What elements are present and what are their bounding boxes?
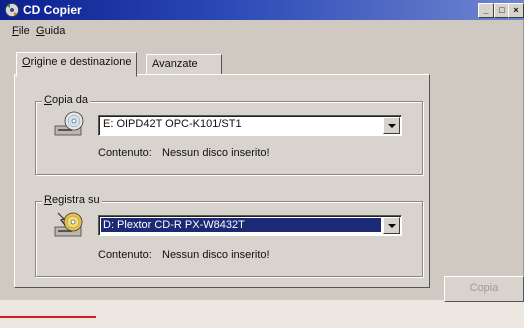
copy-button[interactable]: Copia [444,276,524,302]
menu-bar: File Guida [0,22,524,40]
window-title: CD Copier [23,3,82,17]
menu-file-label: ile [18,25,30,37]
cd-burner-icon [54,212,83,237]
destination-drive-select[interactable]: D: Plextor CD-R PX-W8432T [98,215,402,236]
source-contents-label: Contenuto: [98,147,152,159]
tab-panel: Copia da E: OIPD42T OPC-K101/ST1 Contenu… [14,74,430,288]
destination-group-text: egistra su [51,194,100,206]
destination-contents-label: Contenuto: [98,249,152,261]
destination-group-mnemonic: R [44,194,52,206]
source-group: Copia da E: OIPD42T OPC-K101/ST1 Contenu… [35,94,423,175]
source-drive-select[interactable]: E: OIPD42T OPC-K101/ST1 [98,115,402,136]
source-group-mnemonic: C [44,94,52,106]
tab-origine-destinazione[interactable]: Origine e destinazione [16,52,138,77]
minimize-icon: _ [483,5,489,15]
cd-copier-window: CD Copier _ □ × File Guida Origine e des… [0,0,524,302]
destination-contents-value: Nessun disco inserito! [162,249,270,261]
cd-drive-icon [54,111,84,136]
tab-avanzate[interactable]: Avanzate [146,54,222,76]
source-contents-value: Nessun disco inserito! [162,147,270,159]
source-group-text: opia da [51,94,89,106]
source-group-label: Copia da [42,94,91,106]
close-button[interactable]: × [508,3,524,18]
chevron-down-icon[interactable] [383,217,400,234]
close-icon: × [513,5,519,15]
title-bar[interactable]: CD Copier _ □ × [0,0,524,20]
tab-origine-mnemonic: O [22,56,31,68]
accent-line [0,316,96,318]
menu-guida-mnemonic: G [36,25,45,37]
destination-group: Registra su D: Plextor CD-R PX-W8432T Co… [35,194,423,277]
menu-guida-label: uida [44,25,66,37]
source-drive-value: E: OIPD42T OPC-K101/ST1 [103,118,242,130]
tab-origine-label: rigine e destinazione [30,56,132,68]
menu-guida[interactable]: Guida [36,25,65,37]
destination-drive-value: D: Plextor CD-R PX-W8432T [101,218,381,232]
tab-avanzate-label: Avanzate [152,58,198,70]
maximize-icon: □ [499,5,505,15]
minimize-button[interactable]: _ [478,3,494,18]
chevron-down-icon[interactable] [383,117,400,134]
menu-file-mnemonic: F [12,25,19,37]
cd-copier-app-icon [5,3,19,17]
menu-file[interactable]: File [12,25,30,37]
destination-group-label: Registra su [42,194,102,206]
